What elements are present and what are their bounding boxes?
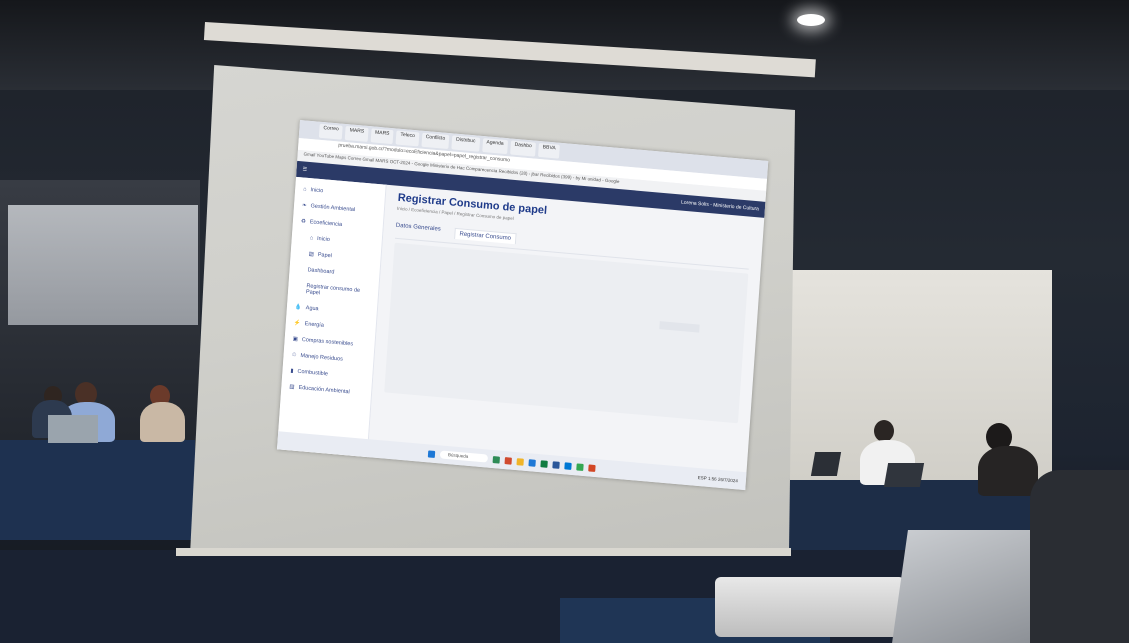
sidebar-item-label: Dashboard	[307, 267, 335, 276]
browser-tab[interactable]: Distribuc	[451, 135, 480, 152]
attendee	[140, 402, 185, 442]
outlook-icon[interactable]	[564, 461, 572, 470]
sidebar-item-label: Gestión Ambiental	[310, 203, 356, 214]
paper-icon: ▤	[308, 251, 315, 258]
menu-icon[interactable]: ☰	[302, 166, 307, 172]
clock-date[interactable]: 26/7/2024	[718, 476, 738, 483]
sidebar-item-label: Educación Ambiental	[298, 384, 350, 396]
screen-bottom-bar	[176, 548, 791, 556]
form-panel	[384, 242, 749, 424]
language-indicator[interactable]: ESP	[698, 474, 707, 480]
attendee-head	[874, 420, 894, 442]
app-icon[interactable]	[504, 456, 512, 465]
browser-tab[interactable]: Dashbo	[509, 140, 537, 157]
browser-tab[interactable]: Teleco	[395, 130, 420, 147]
browser-tab[interactable]: MARS	[345, 126, 369, 142]
browser-tab[interactable]: MARS	[370, 128, 394, 145]
windows-start-icon[interactable]	[427, 449, 436, 458]
fuel-icon: ▮	[290, 368, 294, 375]
ceiling-light	[797, 14, 825, 26]
word-icon[interactable]	[552, 460, 560, 469]
excel-icon[interactable]	[540, 459, 548, 468]
right-laptop	[883, 463, 925, 487]
audience-laptop	[48, 415, 98, 443]
left-window	[8, 205, 198, 325]
home-icon: ⌂	[309, 235, 314, 242]
foreground-person	[1030, 470, 1129, 643]
pdf-icon[interactable]	[588, 463, 596, 472]
sidebar-item-label: Manejo Residuos	[300, 352, 344, 363]
sidebar-item-label: Agua	[305, 305, 319, 313]
book-icon: ▥	[289, 384, 295, 391]
user-name[interactable]: Lorena Solis - Ministerio de Cultura	[681, 200, 759, 213]
system-tray[interactable]: ESP 1:56 26/7/2024	[698, 474, 738, 482]
home-icon: ⌂	[302, 186, 307, 193]
app-icon[interactable]	[492, 455, 501, 464]
folder-icon[interactable]	[516, 457, 524, 466]
form-button[interactable]	[659, 321, 700, 333]
projector	[715, 577, 905, 637]
browser-tab[interactable]: Correo	[318, 123, 343, 140]
sidebar-item-label: Compras sostenibles	[301, 336, 354, 348]
chrome-icon[interactable]	[576, 462, 584, 471]
tab-registrar-consumo[interactable]: Registrar Consumo	[454, 227, 517, 245]
sidebar-item-label: Combustible	[297, 368, 329, 378]
browser-tab[interactable]: Agenda	[481, 137, 508, 155]
leaf-icon: ❧	[301, 202, 307, 209]
browser-tab[interactable]: BBVA	[538, 142, 560, 159]
right-laptop	[810, 452, 842, 476]
sidebar-item-label: Papel	[317, 252, 333, 260]
recycle-icon: ♻	[300, 218, 307, 225]
projected-display: Correo MARS MARS Teleco Conflicto Distri…	[276, 120, 769, 491]
cart-icon: ▣	[292, 336, 299, 343]
sidebar-item-label: Inicio	[316, 235, 331, 244]
trash-icon: ♲	[291, 352, 297, 359]
attendee	[978, 446, 1038, 496]
clock-time[interactable]: 1:56	[708, 475, 717, 481]
browser-tab[interactable]: Conflicto	[421, 132, 450, 150]
sidebar-item-label: Energía	[304, 321, 325, 329]
bolt-icon: ⚡	[293, 320, 301, 327]
tab-datos-generales[interactable]: Datos Generales	[395, 223, 441, 238]
edge-icon[interactable]	[528, 458, 536, 467]
sidebar-item-label: Inicio	[310, 187, 324, 195]
sidebar-item-label: Ecoeficiencia	[309, 219, 343, 229]
taskbar-search[interactable]: Búsqueda	[439, 450, 489, 463]
audience-table	[0, 440, 195, 540]
sidebar-item-label: Registrar consumo de Papel	[305, 283, 361, 297]
water-icon: 💧	[294, 304, 302, 311]
